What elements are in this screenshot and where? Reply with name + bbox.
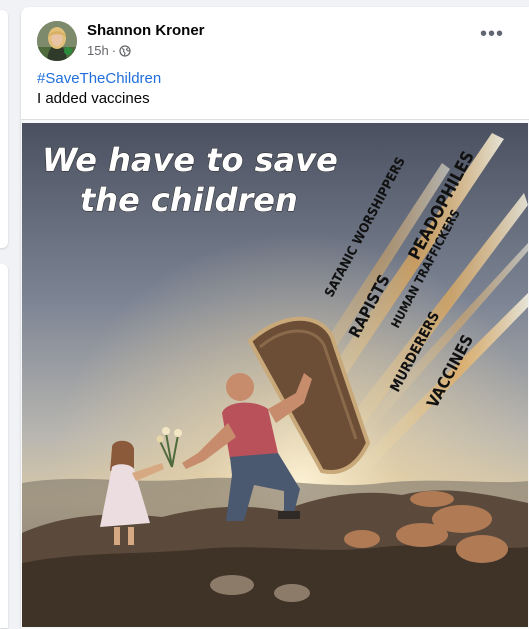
meta-separator: · [111, 43, 117, 58]
hashtag-link[interactable]: #SaveTheChildren [37, 70, 161, 87]
post-header: Shannon Kroner 15h · ••• [37, 21, 529, 63]
left-column-card [0, 10, 8, 248]
headline-line-2: the children [80, 181, 298, 219]
globe-icon[interactable] [119, 44, 131, 57]
post-caption: I added vaccines [37, 90, 150, 107]
left-column-card [0, 264, 8, 628]
more-options-icon[interactable]: ••• [479, 24, 505, 47]
post-meta: 15h · [87, 43, 131, 58]
headline-line-1: We have to save [42, 141, 338, 179]
post-card: Shannon Kroner 15h · ••• #SaveTheChildre… [21, 7, 529, 629]
avatar[interactable] [37, 21, 77, 61]
post-timestamp[interactable]: 15h [87, 43, 109, 58]
author-name[interactable]: Shannon Kroner [87, 22, 205, 39]
post-image[interactable]: We have to save the children SATANIC WOR… [21, 119, 529, 629]
meme-image: We have to save the children SATANIC WOR… [22, 123, 528, 627]
